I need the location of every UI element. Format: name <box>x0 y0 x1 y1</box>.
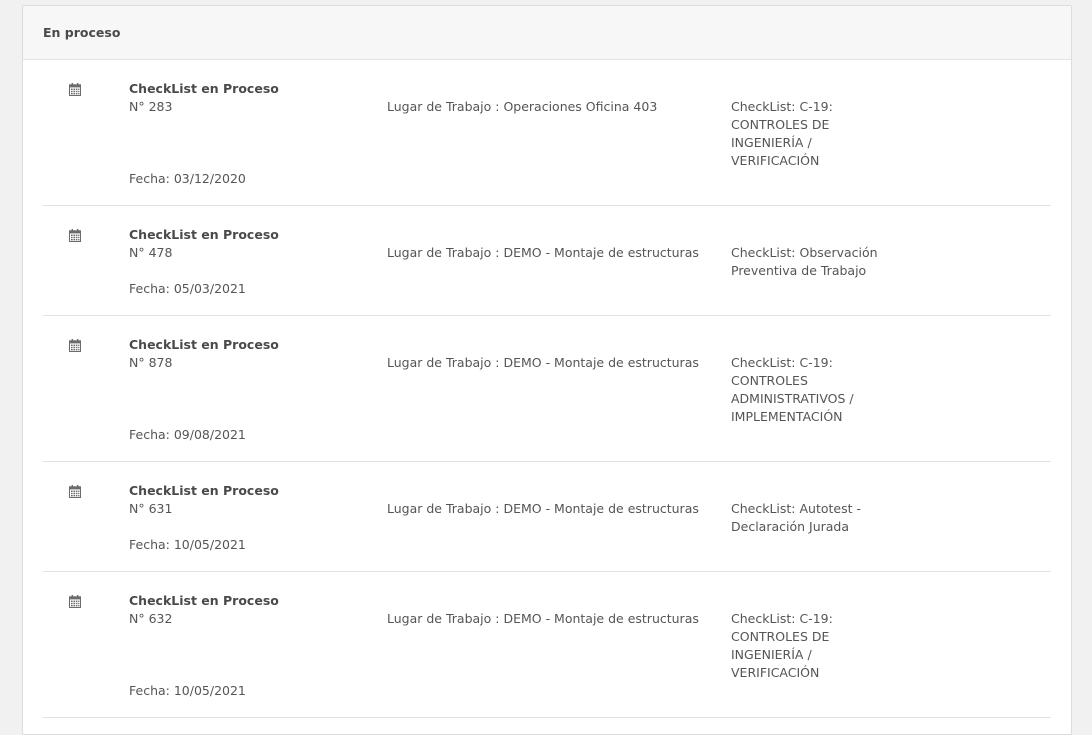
item-checklist: CheckList: C-19: CONTROLES ADMINISTRATIVOS… <box>731 354 881 426</box>
item-number: N° 631 <box>129 501 173 516</box>
item-title: CheckList en Proceso <box>129 483 279 498</box>
item-checklist: CheckList: Autotest - Declaración Jurada <box>731 500 881 536</box>
item-workplace: Lugar de Trabajo : DEMO - Montaje de est… <box>387 501 699 516</box>
list-item[interactable]: CheckList en Proceso N° 632 Lugar de Traba… <box>43 572 1051 718</box>
item-checklist-line: CONTROLES DE <box>731 117 830 132</box>
item-number: N° 283 <box>129 99 173 114</box>
item-date: Fecha: 09/08/2021 <box>129 427 246 442</box>
item-checklist-line: CheckList: C-19: <box>731 99 833 114</box>
item-number: N° 478 <box>129 245 173 260</box>
checklist-list: CheckList en Proceso N° 283 Lugar de Traba… <box>23 60 1071 718</box>
calendar-icon <box>69 83 81 96</box>
item-date: Fecha: 10/05/2021 <box>129 683 246 698</box>
item-workplace: Lugar de Trabajo : DEMO - Montaje de est… <box>387 355 699 370</box>
list-item[interactable]: CheckList en Proceso N° 283 Lugar de Traba… <box>43 60 1051 206</box>
item-checklist-line: CheckList: Autotest - <box>731 501 861 516</box>
item-checklist-line: Preventiva de Trabajo <box>731 263 867 278</box>
item-checklist-line: IMPLEMENTACIÓN <box>731 409 843 424</box>
list-item[interactable]: CheckList en Proceso N° 478 Lugar de Traba… <box>43 206 1051 316</box>
item-workplace: Lugar de Trabajo : DEMO - Montaje de est… <box>387 611 699 626</box>
calendar-icon <box>69 339 81 352</box>
item-checklist-line: CheckList: Observación <box>731 245 878 260</box>
item-checklist: CheckList: C-19: CONTROLES DE INGENIERÍA /… <box>731 610 881 682</box>
item-main: CheckList en Proceso N° 478 <box>129 226 369 262</box>
panel-header: En proceso <box>23 6 1071 60</box>
item-title: CheckList en Proceso <box>129 337 279 352</box>
item-checklist-line: CONTROLES <box>731 373 808 388</box>
list-item[interactable]: CheckList en Proceso N° 631 Lugar de Traba… <box>43 462 1051 572</box>
calendar-icon <box>69 485 81 498</box>
item-checklist-line: Declaración Jurada <box>731 519 850 534</box>
item-checklist-line: CheckList: C-19: <box>731 355 833 370</box>
item-checklist-line: CONTROLES DE <box>731 629 830 644</box>
item-number: N° 632 <box>129 611 173 626</box>
item-main: CheckList en Proceso N° 632 <box>129 592 369 628</box>
item-main: CheckList en Proceso N° 878 <box>129 336 369 372</box>
item-workplace: Lugar de Trabajo : DEMO - Montaje de est… <box>387 245 699 260</box>
item-title: CheckList en Proceso <box>129 81 279 96</box>
item-checklist-line: CheckList: C-19: <box>731 611 833 626</box>
item-checklist-line: INGENIERÍA / <box>731 135 812 150</box>
item-checklist-line: INGENIERÍA / <box>731 647 812 662</box>
item-main: CheckList en Proceso N° 631 <box>129 482 369 518</box>
list-item[interactable]: CheckList en Proceso N° 878 Lugar de Traba… <box>43 316 1051 462</box>
item-date: Fecha: 05/03/2021 <box>129 281 246 296</box>
panel-title: En proceso <box>43 25 121 40</box>
item-title: CheckList en Proceso <box>129 593 279 608</box>
calendar-icon <box>69 595 81 608</box>
item-title: CheckList en Proceso <box>129 227 279 242</box>
item-date: Fecha: 10/05/2021 <box>129 537 246 552</box>
item-checklist-line: VERIFICACIÓN <box>731 665 820 680</box>
item-checklist: CheckList: Observación Preventiva de Trab… <box>731 244 881 280</box>
item-main: CheckList en Proceso N° 283 <box>129 80 369 116</box>
item-number: N° 878 <box>129 355 173 370</box>
item-checklist-line: VERIFICACIÓN <box>731 153 820 168</box>
item-date: Fecha: 03/12/2020 <box>129 171 246 186</box>
in-process-panel: En proceso CheckList en Proceso N° 283 Lug… <box>22 5 1072 735</box>
item-checklist: CheckList: C-19: CONTROLES DE INGENIERÍA /… <box>731 98 881 170</box>
item-checklist-line: ADMINISTRATIVOS / <box>731 391 854 406</box>
calendar-icon <box>69 229 81 242</box>
item-workplace: Lugar de Trabajo : Operaciones Oficina 4… <box>387 99 658 114</box>
